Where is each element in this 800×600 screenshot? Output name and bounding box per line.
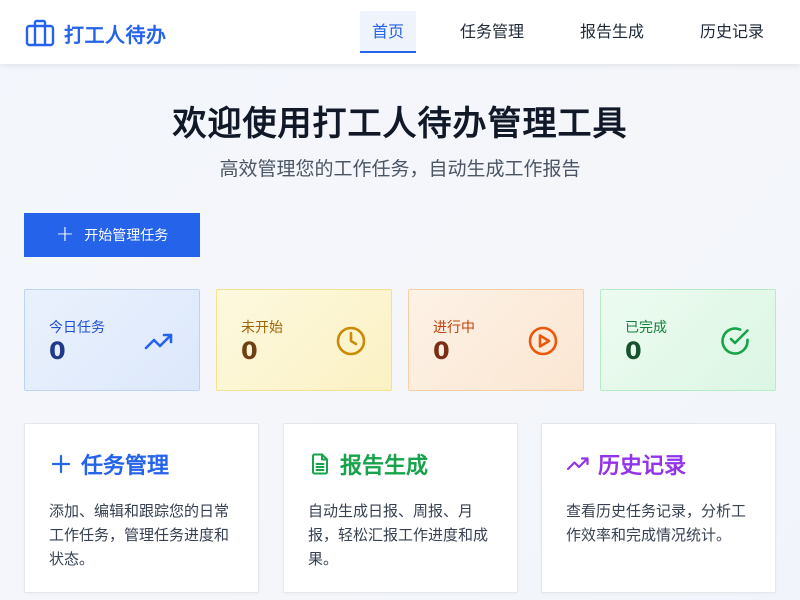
stat-value: 0 — [433, 337, 450, 365]
nav-item-history[interactable]: 历史记录 — [700, 11, 764, 53]
start-managing-tasks-button[interactable]: + 开始管理任务 — [24, 213, 200, 257]
page-title: 欢迎使用打工人待办管理工具 — [172, 104, 628, 144]
play-circle-icon — [528, 326, 558, 356]
check-circle-icon — [721, 327, 749, 355]
feature-card-report-generation[interactable]: 报告生成 自动生成日报、周报、月报，轻松汇报工作进度和成果。 — [283, 423, 518, 593]
stat-label: 已完成 — [625, 320, 667, 336]
card-description: 自动生成日报、周报、月报，轻松汇报工作进度和成果。 — [308, 502, 489, 568]
plus-icon — [51, 454, 71, 474]
nav-item-report-generation[interactable]: 报告生成 — [580, 11, 644, 53]
trending-up-icon — [144, 333, 173, 350]
page-subtitle: 高效管理您的工作任务，自动生成工作报告 — [219, 158, 581, 180]
stat-value: 0 — [625, 337, 642, 365]
stat-label: 今日任务 — [49, 320, 105, 336]
feature-card-history[interactable]: 历史记录 查看历史任务记录，分析工作效率和完成情况统计。 — [541, 423, 776, 593]
card-header: 历史记录 — [566, 448, 686, 480]
card-title: 报告生成 — [340, 454, 429, 479]
trending-up-icon — [566, 457, 589, 471]
plus-icon: + — [55, 222, 75, 247]
briefcase-icon — [25, 19, 55, 47]
clock-icon — [336, 326, 366, 356]
brand-logo-link[interactable]: 打工人待办 — [24, 17, 167, 49]
card-header: 任务管理 — [49, 448, 169, 480]
card-description: 添加、编辑和跟踪您的日常工作任务，管理任务进度和状态。 — [49, 502, 230, 568]
stat-card-not-started: 未开始 0 — [216, 289, 392, 391]
stat-label: 进行中 — [433, 320, 475, 336]
start-button-label: 开始管理任务 — [84, 228, 169, 244]
stat-card-in-progress: 进行中 0 — [408, 289, 584, 391]
document-icon — [312, 453, 328, 475]
stat-card-completed: 已完成 0 — [600, 289, 776, 391]
stat-value: 0 — [241, 337, 258, 365]
stat-card-today-tasks: 今日任务 0 — [24, 289, 200, 391]
card-title: 任务管理 — [81, 454, 170, 479]
nav-item-home[interactable]: 首页 — [360, 11, 416, 53]
card-description: 查看历史任务记录，分析工作效率和完成情况统计。 — [566, 502, 747, 544]
card-title: 历史记录 — [598, 454, 687, 479]
stat-value: 0 — [49, 337, 66, 365]
feature-card-task-management[interactable]: 任务管理 添加、编辑和跟踪您的日常工作任务，管理任务进度和状态。 — [24, 423, 259, 593]
brand-name: 打工人待办 — [64, 22, 167, 47]
card-header: 报告生成 — [308, 448, 428, 480]
top-navbar: 打工人待办 首页 任务管理 报告生成 历史记录 — [0, 0, 800, 64]
nav-item-task-management[interactable]: 任务管理 — [460, 11, 524, 53]
stat-label: 未开始 — [241, 320, 283, 336]
